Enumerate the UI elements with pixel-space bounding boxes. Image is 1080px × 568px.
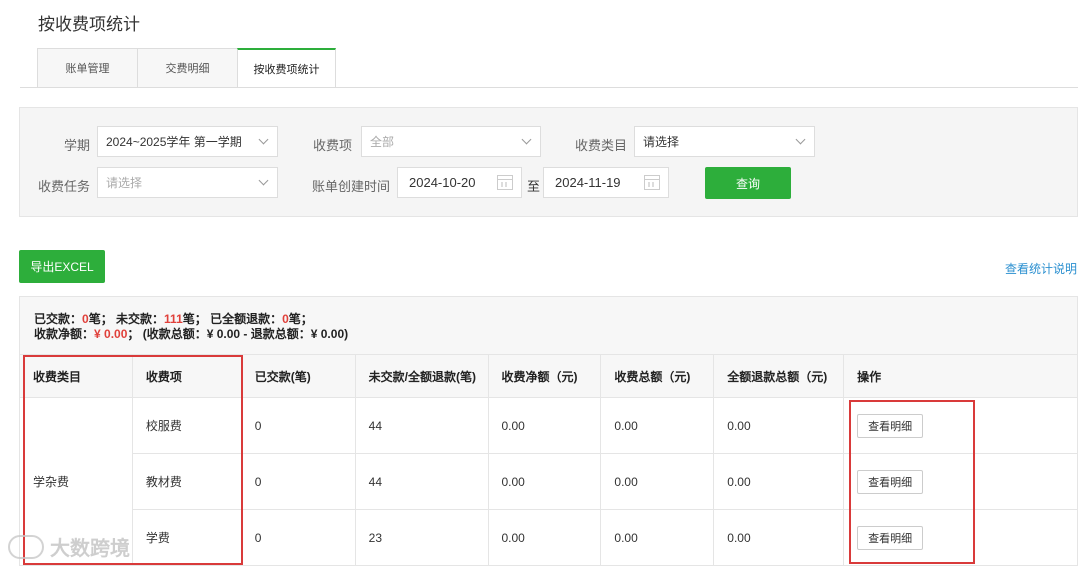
item-select[interactable]: 全部 — [361, 126, 541, 157]
date-separator: 至 — [527, 179, 541, 194]
tab-bill-management[interactable]: 账单管理 — [37, 48, 137, 88]
unpaid-cell: 23 — [354, 509, 489, 566]
total-cell: 0.00 — [600, 509, 715, 566]
net-cell: 0.00 — [487, 397, 602, 454]
paid-label: 已交款： — [34, 312, 83, 326]
watermark: 大数跨境 — [8, 532, 130, 561]
unpaid-cell: 44 — [354, 453, 489, 510]
tab-stats-by-item[interactable]: 按收费项统计 — [237, 48, 336, 88]
refund-cell: 0.00 — [713, 509, 845, 566]
category-select[interactable]: 请选择 — [634, 126, 815, 157]
tabs-divider — [20, 87, 1078, 88]
watermark-logo-icon — [8, 534, 44, 559]
paid-cell: 0 — [240, 397, 356, 454]
date-to-value: 2024-11-19 — [555, 175, 621, 190]
page-title: 按收费项统计 — [38, 15, 140, 34]
query-button[interactable]: 查询 — [705, 167, 791, 199]
term-label: 学期 — [64, 138, 91, 153]
column-header: 收费总额（元) — [600, 354, 715, 398]
column-header: 已交款(笔) — [240, 354, 356, 398]
total-cell: 0.00 — [600, 453, 715, 510]
refund-cell: 0.00 — [713, 397, 845, 454]
task-select[interactable]: 请选择 — [97, 167, 278, 198]
date-from-input[interactable]: 2024-10-20 — [397, 167, 522, 198]
unpaid-count: 111 — [164, 312, 183, 326]
net-cell: 0.00 — [487, 509, 602, 566]
calendar-icon[interactable] — [644, 175, 660, 190]
chevron-down-icon — [258, 134, 269, 145]
stats-help-link[interactable]: 查看统计说明 — [1005, 260, 1077, 277]
export-excel-button[interactable]: 导出EXCEL — [19, 250, 105, 283]
chevron-down-icon — [258, 175, 269, 186]
column-header: 全额退款总额（元) — [713, 354, 845, 398]
annotation-box-actions — [849, 400, 975, 564]
item-select-value: 全部 — [370, 135, 395, 149]
tab-bar: 账单管理 交费明细 按收费项统计 — [37, 48, 336, 88]
date-from-value: 2024-10-20 — [409, 175, 476, 190]
chevron-down-icon — [521, 134, 532, 145]
summary-panel: 已交款：0笔； 未交款：111笔； 已全额退款：0笔； 收款净额：¥ 0.00；… — [19, 296, 1078, 354]
chevron-down-icon — [795, 134, 806, 145]
tab-payment-details[interactable]: 交费明细 — [137, 48, 237, 88]
watermark-text: 大数跨境 — [50, 538, 130, 560]
totals-text: ； (收款总额：¥ 0.00 - 退款总额：¥ 0.00) — [127, 327, 349, 341]
term-select-value: 2024~2025学年 第一学期 — [106, 135, 242, 149]
refund-cell: 0.00 — [713, 453, 845, 510]
category-select-value: 请选择 — [643, 135, 680, 149]
net-amount: ¥ 0.00 — [94, 327, 128, 341]
unpaid-cell: 44 — [354, 397, 489, 454]
paid-cell: 0 — [240, 509, 356, 566]
item-label: 收费项 — [313, 138, 353, 153]
unpaid-label: 笔； 未交款： — [88, 312, 165, 326]
date-to-input[interactable]: 2024-11-19 — [543, 167, 669, 198]
filter-panel: 学期 2024~2025学年 第一学期 收费项 全部 收费类目 请选择 收费任务… — [19, 107, 1078, 217]
net-label: 收款净额： — [34, 327, 95, 341]
task-select-placeholder: 请选择 — [106, 176, 143, 190]
calendar-icon[interactable] — [497, 175, 513, 190]
term-select[interactable]: 2024~2025学年 第一学期 — [97, 126, 278, 157]
column-header: 收费净额（元) — [487, 354, 602, 398]
summary-amount-line: 收款净额：¥ 0.00； (收款总额：¥ 0.00 - 退款总额：¥ 0.00) — [34, 327, 1077, 342]
created-time-label: 账单创建时间 — [312, 179, 391, 194]
column-header: 操作 — [843, 354, 1078, 398]
column-header: 未交款/全额退款(笔) — [354, 354, 489, 398]
paid-count: 0 — [82, 312, 89, 326]
summary-counts-line: 已交款：0笔； 未交款：111笔； 已全额退款：0笔； — [34, 312, 1077, 327]
total-cell: 0.00 — [600, 397, 715, 454]
category-label: 收费类目 — [575, 138, 628, 153]
refund-count: 0 — [282, 312, 289, 326]
net-cell: 0.00 — [487, 453, 602, 510]
paid-cell: 0 — [240, 453, 356, 510]
page-root: 按收费项统计 账单管理 交费明细 按收费项统计 学期 2024~2025学年 第… — [0, 0, 1080, 568]
refund-label: 笔； 已全额退款： — [182, 312, 283, 326]
refund-suffix: 笔； — [288, 312, 313, 326]
task-label: 收费任务 — [38, 179, 91, 194]
